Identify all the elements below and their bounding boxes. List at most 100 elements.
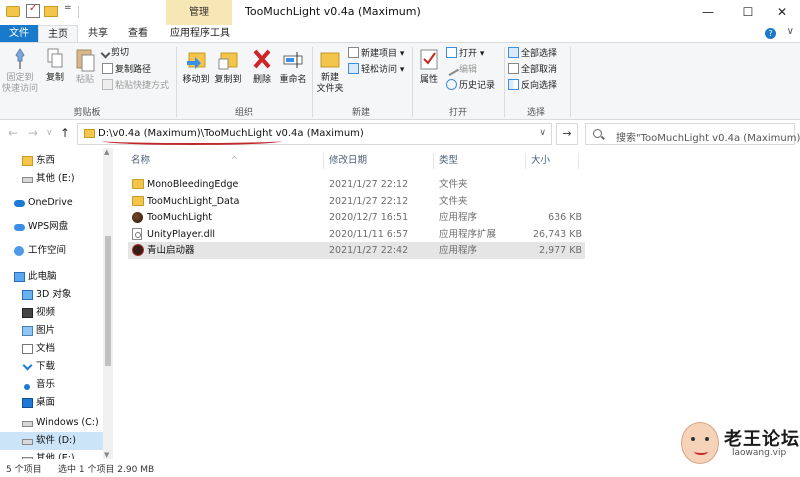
sidebar-item-documents[interactable]: 文档 <box>0 340 103 358</box>
tab-application-tools[interactable]: 应用程序工具 <box>165 25 235 42</box>
divider <box>312 47 313 117</box>
file-name: UnityPlayer.dll <box>147 229 215 240</box>
divider[interactable] <box>433 153 434 169</box>
ribbon-expand-icon[interactable]: ∨ <box>787 26 794 37</box>
rename-button[interactable]: 重命名 <box>277 47 309 86</box>
select-all-label: 全部选择 <box>521 49 558 59</box>
search-box[interactable]: 搜索"TooMuchLight v0.4a (Maximum)" <box>585 123 800 145</box>
sidebar-item-music[interactable]: 音乐 <box>0 376 103 394</box>
tab-file[interactable]: 文件 <box>0 25 38 42</box>
select-all-button[interactable]: 全部选择 <box>508 47 557 60</box>
sidebar-item-drive-d[interactable]: 软件 (D:) <box>0 432 103 450</box>
address-history-chevron-icon[interactable]: ∨ <box>539 128 546 138</box>
properties-quick-access-icon[interactable] <box>26 3 40 18</box>
sidebar-item-videos[interactable]: 视频 <box>0 304 103 322</box>
quick-access-dropdown-icon[interactable]: = <box>64 3 78 17</box>
pin-quick-access-button[interactable]: 固定到 快速访问 <box>2 47 38 95</box>
scrollbar-thumb[interactable] <box>105 236 111 366</box>
table-row[interactable]: TooMuchLight 2020/12/7 16:51 应用程序 636 KB <box>128 209 585 226</box>
scroll-down-icon[interactable]: ▼ <box>104 451 109 459</box>
sidebar-item-workspace[interactable]: 工作空间 <box>0 242 103 260</box>
paste-shortcut-button[interactable]: 粘贴快捷方式 <box>102 79 169 92</box>
select-none-icon <box>508 63 519 74</box>
drive-icon <box>22 177 33 183</box>
new-folder-button[interactable]: 新建 文件夹 <box>314 47 346 95</box>
red-underline-annotation <box>102 137 282 145</box>
select-none-button[interactable]: 全部取消 <box>508 63 557 76</box>
window-title: TooMuchLight v0.4a (Maximum) <box>245 5 421 18</box>
copy-button[interactable]: 复制 <box>40 47 70 84</box>
tab-home[interactable]: 主页 <box>38 25 78 42</box>
recent-locations-button[interactable]: ∨ <box>46 128 53 138</box>
new-item-button[interactable]: 新建项目 ▾ <box>348 47 404 60</box>
sidebar-item-dongxi[interactable]: 东西 <box>0 152 103 170</box>
select-all-icon <box>508 47 519 58</box>
rename-icon <box>283 52 303 68</box>
column-header-name[interactable]: 名称 ^ <box>131 152 238 170</box>
close-button[interactable]: ✕ <box>762 0 800 25</box>
paste-button[interactable]: 粘贴 <box>70 47 100 86</box>
sidebar-item-this-pc[interactable]: 此电脑 <box>0 268 103 286</box>
search-input[interactable]: 搜索"TooMuchLight v0.4a (Maximum)" <box>616 129 800 144</box>
sidebar-item-onedrive[interactable]: OneDrive <box>0 194 103 212</box>
table-row[interactable]: MonoBleedingEdge 2021/1/27 22:12 文件夹 <box>128 176 585 193</box>
properties-button[interactable]: 属性 <box>414 47 444 86</box>
tab-view[interactable]: 查看 <box>118 25 158 42</box>
move-to-button[interactable]: 移动到 <box>180 47 212 86</box>
help-icon[interactable]: ? <box>765 28 776 39</box>
documents-icon <box>22 344 33 354</box>
organize-group-label: 组织 <box>234 108 253 118</box>
easy-access-button[interactable]: 轻松访问 ▾ <box>348 63 404 76</box>
music-icon <box>24 384 30 390</box>
scroll-up-icon[interactable]: ▲ <box>104 148 109 156</box>
invert-selection-button[interactable]: 反向选择 <box>508 79 557 92</box>
select-group-label: 选择 <box>526 108 545 118</box>
sidebar-item-label: 3D 对象 <box>36 289 72 300</box>
sidebar-item-drive-c[interactable]: Windows (C:) <box>0 414 103 432</box>
open-button[interactable]: 打开 ▾ <box>446 47 484 60</box>
column-header-modified[interactable]: 修改日期 <box>329 152 367 170</box>
open-label: 打开 ▾ <box>459 49 485 59</box>
edit-button[interactable]: 编辑 <box>443 60 477 77</box>
sidebar-item-label: WPS网盘 <box>28 221 69 232</box>
divider[interactable] <box>525 153 526 169</box>
move-to-label: 移动到 <box>182 75 210 85</box>
history-button[interactable]: 历史记录 <box>446 79 495 92</box>
copy-path-button[interactable]: 复制路径 <box>102 63 151 76</box>
desktop-icon <box>22 398 33 408</box>
sidebar-item-drive-e-2[interactable]: 其他 (E:) <box>0 450 103 459</box>
divider <box>412 47 413 117</box>
new-folder-quick-access-icon[interactable] <box>44 6 58 17</box>
refresh-button[interactable]: → <box>556 123 578 145</box>
divider[interactable] <box>323 153 324 169</box>
back-button[interactable]: ← <box>8 126 18 140</box>
properties-label: 属性 <box>419 75 438 85</box>
sidebar-item-drive-e[interactable]: 其他 (E:) <box>0 170 103 188</box>
divider[interactable] <box>578 153 579 169</box>
delete-button[interactable]: 删除 <box>247 47 277 86</box>
sidebar-item-desktop[interactable]: 桌面 <box>0 394 103 412</box>
navigation-scrollbar[interactable]: ▲ ▼ <box>103 148 113 459</box>
column-header-type[interactable]: 类型 <box>439 152 458 170</box>
cut-button[interactable]: 剪切 <box>100 47 129 60</box>
up-button[interactable]: ↑ <box>60 126 70 140</box>
minimize-button[interactable]: — <box>688 0 728 25</box>
column-header-label: 名称 <box>131 155 151 166</box>
sidebar-item-label: 音乐 <box>36 379 56 390</box>
file-type: 应用程序扩展 <box>439 229 497 240</box>
sidebar-item-3d-objects[interactable]: 3D 对象 <box>0 286 103 304</box>
file-name: TooMuchLight <box>147 212 212 223</box>
table-row-selected[interactable]: 青山启动器 2021/1/27 22:42 应用程序 2,977 KB <box>128 242 585 259</box>
table-row[interactable]: TooMuchLight_Data 2021/1/27 22:12 文件夹 <box>128 193 585 210</box>
column-header-size[interactable]: 大小 <box>531 152 550 170</box>
paste-shortcut-icon <box>102 79 113 90</box>
sidebar-item-pictures[interactable]: 图片 <box>0 322 103 340</box>
sidebar-item-wps[interactable]: WPS网盘 <box>0 218 103 236</box>
ribbon-tabs: 文件 主页 共享 查看 应用程序工具 ? ∨ <box>0 25 800 42</box>
sidebar-item-downloads[interactable]: 下载 <box>0 358 103 376</box>
edit-icon <box>443 60 460 77</box>
copy-to-button[interactable]: 复制到 <box>212 47 244 86</box>
forward-button[interactable]: → <box>28 126 38 140</box>
table-row[interactable]: UnityPlayer.dll 2020/11/11 6:57 应用程序扩展 2… <box>128 226 585 243</box>
tab-share[interactable]: 共享 <box>78 25 118 42</box>
